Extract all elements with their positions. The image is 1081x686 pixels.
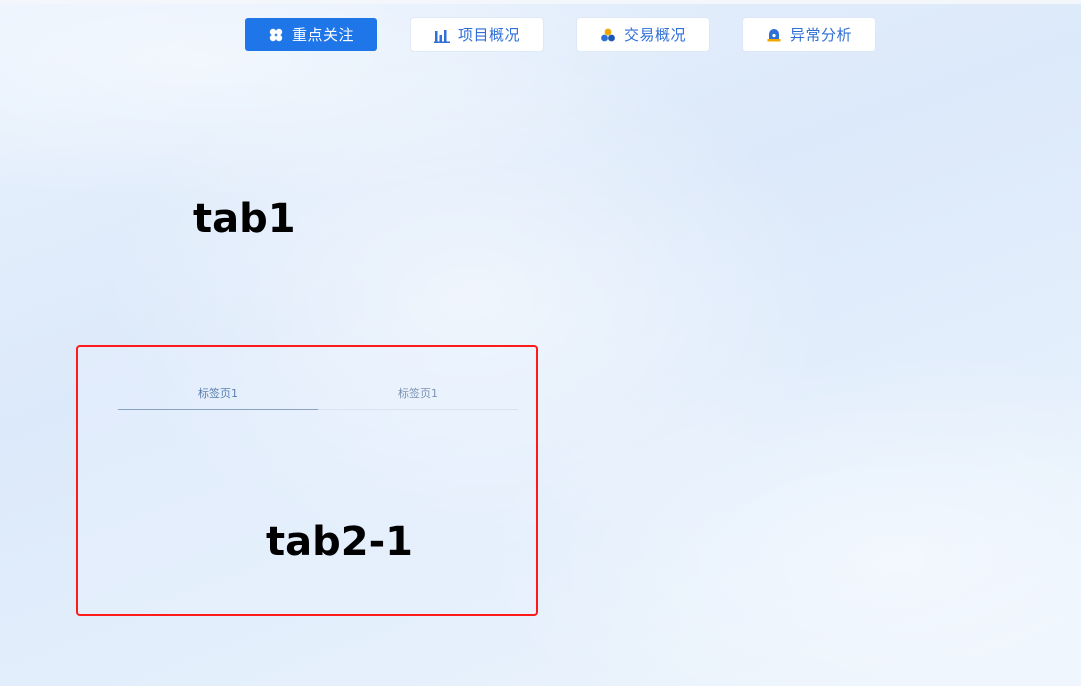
sub-tab-1[interactable]: 标签页1	[118, 385, 318, 410]
nested-tab-panel: 标签页1 标签页1 tab2-1	[76, 345, 538, 616]
tab1-content-text: tab1	[193, 196, 296, 242]
tab-label: 异常分析	[789, 26, 852, 44]
tab-trade-overview[interactable]: 交易概况	[577, 18, 709, 51]
sub-tab-2[interactable]: 标签页1	[318, 385, 518, 410]
bar-chart-icon	[433, 27, 450, 43]
sub-tab-bar: 标签页1 标签页1	[118, 385, 521, 410]
clover-icon	[268, 27, 284, 43]
tab2-1-content-text: tab2-1	[266, 519, 414, 565]
alarm-icon	[766, 27, 782, 43]
main-tab-bar: 重点关注 项目概况 交易概况 异常分析	[245, 18, 875, 51]
tab-project-overview[interactable]: 项目概况	[411, 18, 543, 51]
three-circles-icon	[600, 27, 616, 43]
tab-label: 重点关注	[291, 26, 354, 44]
top-border	[0, 0, 1081, 4]
tab-label: 项目概况	[457, 26, 520, 44]
tab-key-focus[interactable]: 重点关注	[245, 18, 377, 51]
tab-anomaly-analysis[interactable]: 异常分析	[743, 18, 875, 51]
tab-label: 交易概况	[623, 26, 686, 44]
